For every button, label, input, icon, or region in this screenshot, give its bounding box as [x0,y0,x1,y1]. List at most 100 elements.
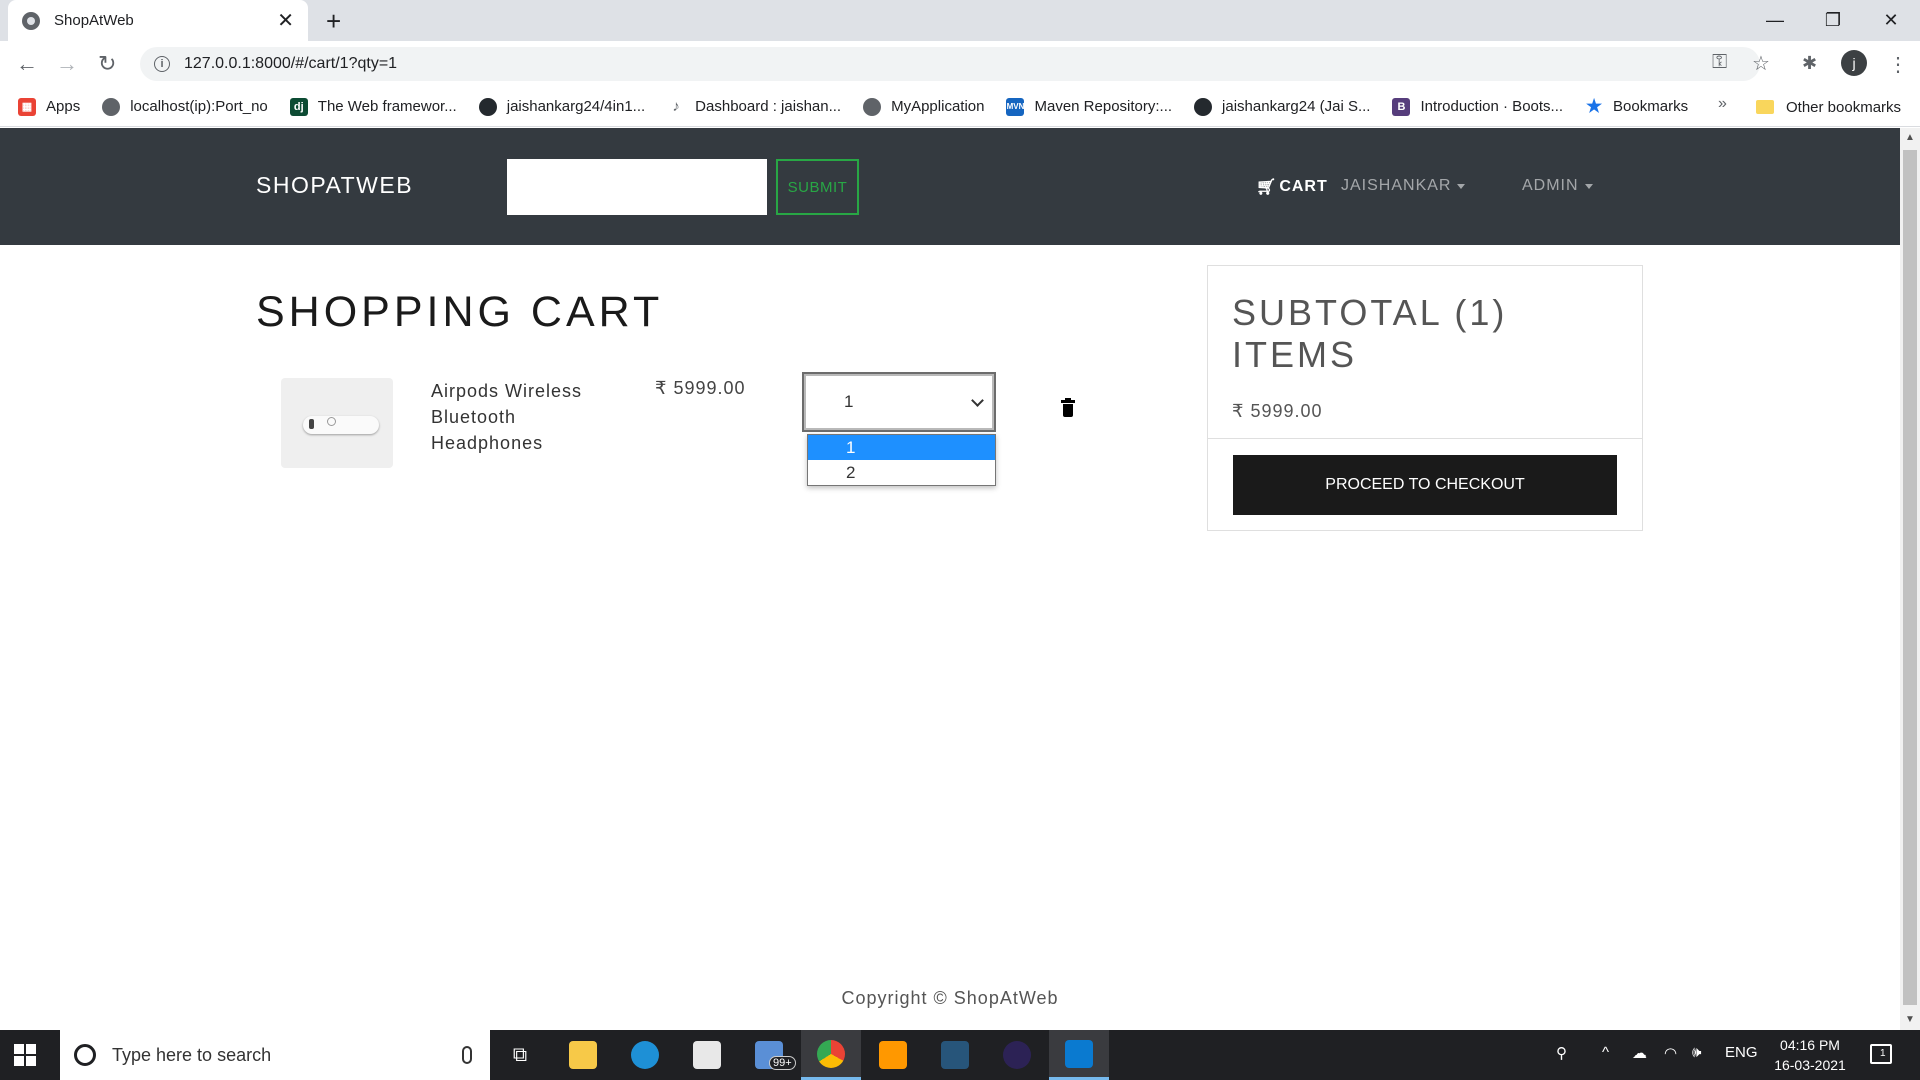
task-view-icon[interactable]: ⧉ [490,1030,550,1080]
new-tab-button[interactable]: + [326,6,341,37]
dashboard-icon: ♪ [672,98,680,115]
page-title: SHOPPING CART [256,288,664,336]
mysql-workbench-icon[interactable] [925,1030,985,1080]
bookmark-bookmarks[interactable]: ★ Bookmarks [1585,96,1689,116]
site-brand[interactable]: SHOPATWEB [256,172,413,199]
nav-cart-link[interactable]: 🛒︎ CART [1256,177,1328,197]
bookmark-apps[interactable]: ▦ Apps [18,97,81,116]
taskbar-clock[interactable]: 04:16 PM 16-03-2021 [1770,1035,1850,1075]
extensions-icon[interactable]: ✱ [1802,53,1817,74]
search-submit-button[interactable]: SUBMIT [776,159,859,215]
mail-badge: 99+ [769,1056,796,1070]
bookmark-label: MyApplication [891,98,985,115]
quantity-value: 1 [844,392,854,411]
caret-down-icon [1457,183,1466,189]
github-icon [1194,97,1213,116]
bookmark-label: Bookmarks [1613,98,1689,115]
back-icon[interactable]: ← [16,51,38,77]
taskbar-search-placeholder: Type here to search [112,1044,272,1065]
quantity-option[interactable]: 1 [808,435,995,460]
bookmark-dashboard[interactable]: ♪ Dashboard : jaishan... [667,98,841,116]
bookmark-django[interactable]: dj The Web framewor... [289,97,457,116]
minimize-icon[interactable]: — [1746,0,1804,41]
page-viewport: SHOPATWEB SUBMIT 🛒︎ CART JAISHANKAR ADMI… [0,128,1900,1030]
bookmark-github-4in1[interactable]: jaishankarg24/4in1... [478,97,645,116]
quantity-select[interactable]: 1 [802,372,996,432]
edge-icon[interactable] [615,1030,675,1080]
bookmark-maven[interactable]: MVN Maven Repository:... [1006,97,1172,116]
wifi-icon[interactable]: ◠ [1664,1044,1677,1062]
restore-icon[interactable]: ❐ [1804,0,1862,41]
proceed-to-checkout-button[interactable]: PROCEED TO CHECKOUT [1233,455,1617,515]
nav-admin-dropdown[interactable]: ADMIN [1522,177,1593,195]
airpods-detail-shape [309,419,314,429]
close-window-icon[interactable]: ✕ [1862,0,1920,41]
cart-item-row: Airpods Wireless Bluetooth Headphones ₹ … [281,372,1101,486]
maven-icon: MVN [1006,97,1025,116]
bootstrap-icon: B [1392,97,1411,116]
bookmark-label: Apps [46,98,81,115]
product-image[interactable] [281,378,393,468]
scroll-up-icon[interactable]: ▲ [1905,132,1915,143]
browser-menu-icon[interactable]: ⋮ [1888,52,1908,77]
browser-tab-strip: ShopAtWeb ✕ + — ❐ ✕ [0,0,1920,41]
bookmark-star-icon[interactable]: ☆ [1752,51,1770,76]
volume-icon[interactable]: 🕪︎ [1692,1044,1701,1061]
windows-start-icon[interactable] [14,1044,36,1066]
notification-center-icon[interactable]: 1 [1870,1044,1892,1064]
tab-close-icon[interactable]: ✕ [277,8,294,33]
footer-copyright: Copyright © ShopAtWeb [841,988,1059,1008]
sublime-text-icon[interactable] [863,1030,923,1080]
caret-down-icon [1584,183,1593,189]
apps-grid-icon: ▦ [18,97,36,116]
microphone-icon[interactable] [462,1046,472,1064]
bookmark-label: localhost(ip):Port_no [130,98,268,115]
airpods-case-shape [303,416,379,434]
store-icon[interactable] [677,1030,737,1080]
nav-cart-label: CART [1279,178,1328,195]
trash-icon[interactable] [1061,398,1075,418]
onedrive-icon[interactable]: ☁ [1632,1044,1647,1062]
taskbar-search-box[interactable]: Type here to search [60,1030,490,1080]
other-bookmarks[interactable]: Other bookmarks [1756,87,1901,127]
globe-icon [863,97,882,116]
scrollbar-thumb[interactable] [1903,150,1917,1005]
bookmark-localhost[interactable]: localhost(ip):Port_no [102,97,268,116]
vscode-icon[interactable] [1049,1030,1109,1080]
scroll-down-icon[interactable]: ▼ [1905,1014,1915,1025]
globe-icon [22,11,40,30]
language-indicator[interactable]: ENG [1725,1044,1758,1061]
address-url[interactable]: 127.0.0.1:8000/#/cart/1?qty=1 [184,55,397,73]
key-icon[interactable]: ⚿ [1712,51,1727,74]
github-icon [478,97,497,116]
clock-date: 16-03-2021 [1774,1057,1846,1073]
profile-avatar[interactable]: j [1841,50,1867,76]
people-icon[interactable]: ⚲ [1556,1044,1567,1062]
reload-icon[interactable]: ↻ [98,51,116,77]
bookmark-github-profile[interactable]: jaishankarg24 (Jai S... [1194,97,1370,116]
nav-user-dropdown[interactable]: JAISHANKAR [1341,177,1466,195]
browser-toolbar: ← → ↻ i 127.0.0.1:8000/#/cart/1?qty=1 ⚿ … [0,41,1920,87]
browser-tab[interactable]: ShopAtWeb ✕ [8,0,308,41]
bookmark-label: Dashboard : jaishan... [695,98,842,115]
bookmarks-overflow-icon[interactable]: » [1718,95,1727,113]
bookmark-bootstrap[interactable]: B Introduction · Boots... [1392,97,1563,116]
subtotal-price: ₹ 5999.00 [1232,401,1323,421]
mail-icon[interactable]: 99+ [739,1030,799,1080]
tab-title: ShopAtWeb [54,12,134,29]
address-bar[interactable]: i 127.0.0.1:8000/#/cart/1?qty=1 [140,47,1760,81]
eclipse-icon[interactable] [987,1030,1047,1080]
bookmark-myapplication[interactable]: MyApplication [863,97,985,116]
chrome-icon[interactable] [801,1030,861,1080]
quantity-option[interactable]: 2 [808,460,995,485]
forward-icon[interactable]: → [56,51,78,77]
file-explorer-icon[interactable] [553,1030,613,1080]
site-info-icon[interactable]: i [154,56,170,72]
page-scrollbar[interactable]: ▲ ▼ [1900,128,1920,1030]
globe-icon [102,97,121,116]
product-search-input[interactable] [507,159,767,215]
nav-admin-label: ADMIN [1522,177,1579,194]
product-name-link[interactable]: Airpods Wireless Bluetooth Headphones [431,378,601,456]
chevron-up-icon[interactable]: ^ [1602,1044,1609,1061]
clock-time: 04:16 PM [1780,1037,1840,1053]
